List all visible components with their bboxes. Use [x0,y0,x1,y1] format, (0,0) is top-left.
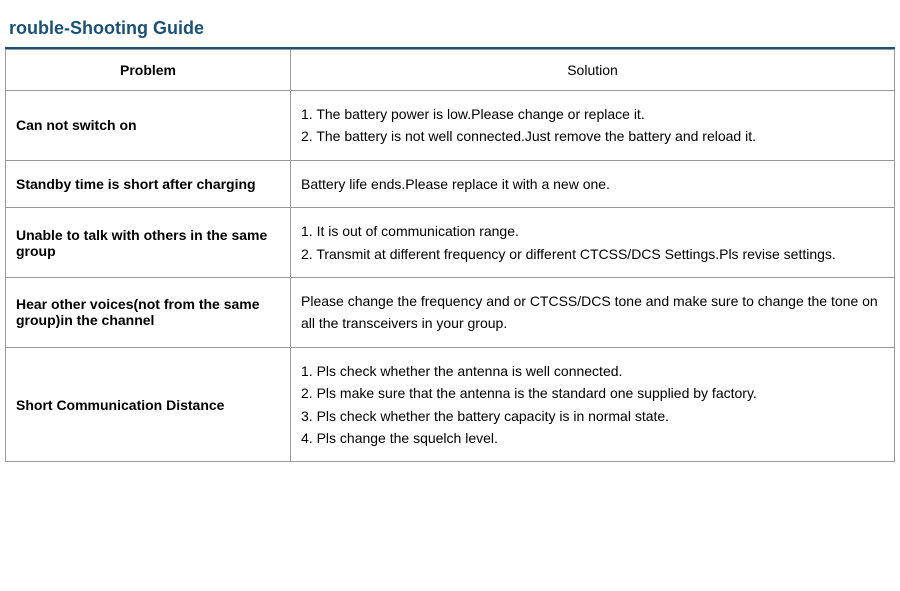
problem-cell-2: Unable to talk with others in the same g… [6,208,291,278]
page-container: rouble-Shooting Guide Problem Solution C… [0,10,900,462]
column-header-problem: Problem [6,50,291,91]
solution-cell-1: Battery life ends.Please replace it with… [291,160,895,207]
solution-cell-4: 1. Pls check whether the antenna is well… [291,347,895,462]
troubleshooting-table: Problem Solution Can not switch on 1. The… [5,49,895,462]
solution-line: 2. The battery is not well connected.Jus… [301,125,884,147]
solution-line: Battery life ends.Please replace it with… [301,173,884,195]
table-row: Standby time is short after charging Batt… [6,160,895,207]
solution-line: Please change the frequency and or CTCSS… [301,290,884,335]
problem-cell-0: Can not switch on [6,91,291,161]
table-row: Short Communication Distance 1. Pls check… [6,347,895,462]
solution-line: 1. Pls check whether the antenna is well… [301,360,884,382]
solution-line: 2. Pls make sure that the antenna is the… [301,382,884,404]
table-header-row: Problem Solution [6,50,895,91]
table-row: Can not switch on 1. The battery power is… [6,91,895,161]
solution-line: 1. The battery power is low.Please chang… [301,103,884,125]
solution-line: 2. Transmit at different frequency or di… [301,243,884,265]
table-row: Hear other voices(not from the same grou… [6,277,895,347]
solution-line: 1. It is out of communication range. [301,220,884,242]
solution-cell-0: 1. The battery power is low.Please chang… [291,91,895,161]
column-header-solution: Solution [291,50,895,91]
page-title: rouble-Shooting Guide [5,10,895,49]
solution-cell-2: 1. It is out of communication range.2. T… [291,208,895,278]
problem-cell-3: Hear other voices(not from the same grou… [6,277,291,347]
problem-cell-1: Standby time is short after charging [6,160,291,207]
solution-line: 3. Pls check whether the battery capacit… [301,405,884,427]
problem-cell-4: Short Communication Distance [6,347,291,462]
solution-line: 4. Pls change the squelch level. [301,427,884,449]
table-row: Unable to talk with others in the same g… [6,208,895,278]
solution-cell-3: Please change the frequency and or CTCSS… [291,277,895,347]
